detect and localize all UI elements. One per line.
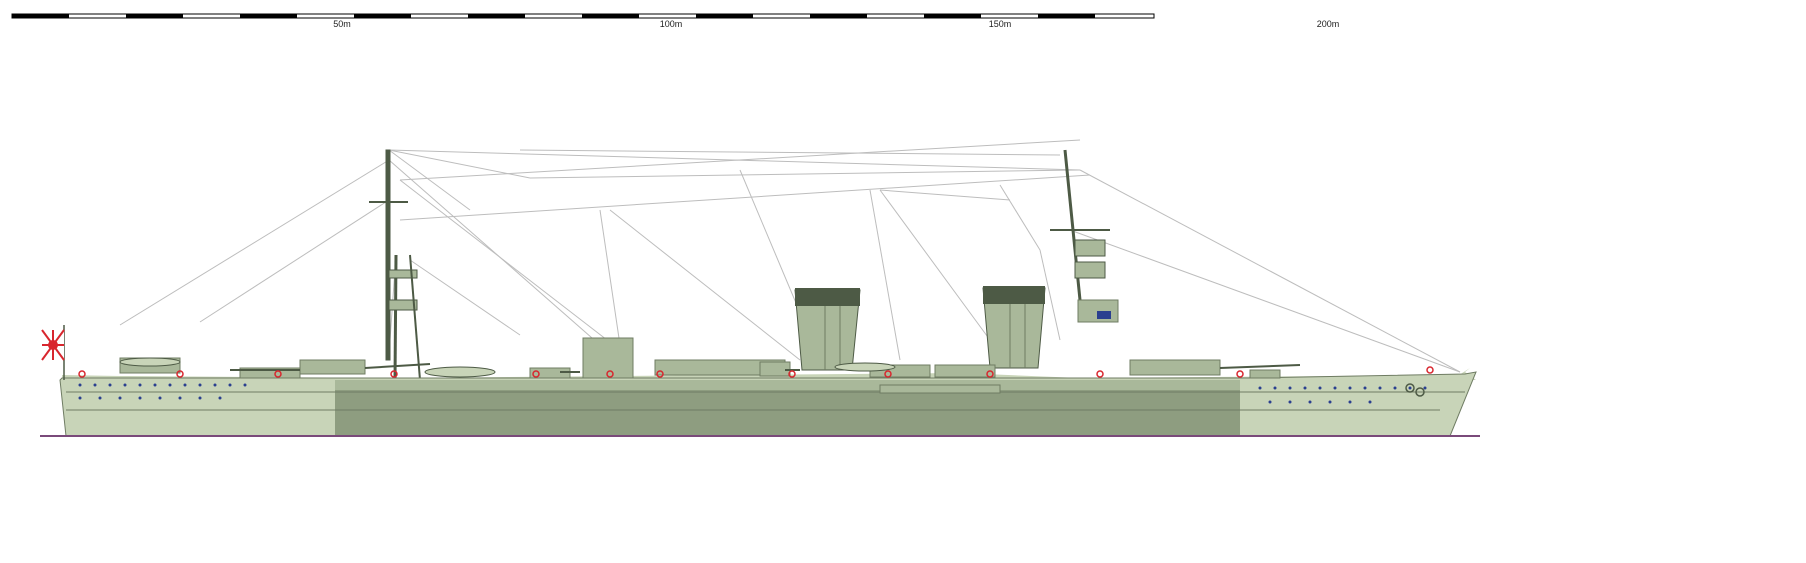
- scale-bar: [11, 13, 1155, 19]
- scale-label-150m: 150m: [988, 19, 1012, 29]
- scale-segment: [468, 14, 525, 18]
- scale-label-100m: 100m: [659, 19, 683, 29]
- foremast: [369, 149, 421, 381]
- scale-label-200m: 200m: [1316, 19, 1340, 29]
- rigging: [119, 139, 1461, 391]
- scale-segment: [696, 14, 753, 18]
- scale-segment: [924, 14, 981, 18]
- scale-segment: [354, 14, 411, 18]
- scale-segment: [810, 14, 867, 18]
- scale-segment: [12, 14, 69, 18]
- scale-segment: [1038, 14, 1095, 18]
- fore-funnel: [794, 288, 861, 371]
- ship-profile-drawing: [11, 13, 1480, 437]
- ensign-flag-icon: [41, 325, 65, 380]
- aft-funnel: [982, 286, 1046, 369]
- scale-segment: [126, 14, 183, 18]
- scale-label-50m: 50m: [333, 19, 351, 29]
- scale-segment: [582, 14, 639, 18]
- scale-segment: [240, 14, 297, 18]
